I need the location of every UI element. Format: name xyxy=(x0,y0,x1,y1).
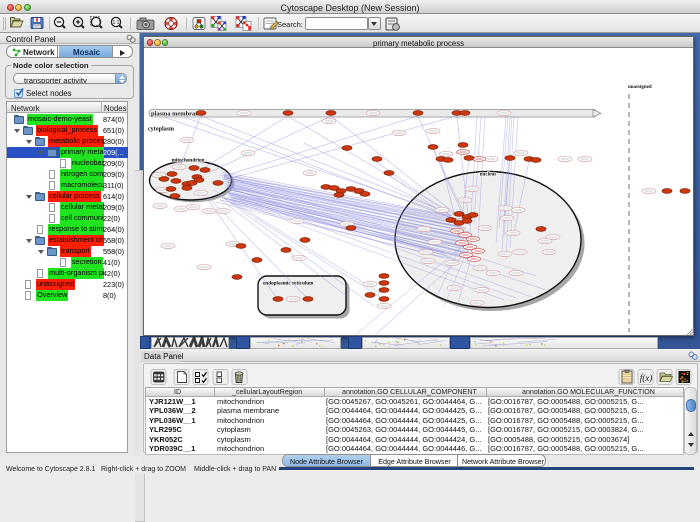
svg-text:f(x): f(x) xyxy=(640,373,653,383)
svg-text:cytoplasm: cytoplasm xyxy=(148,127,174,133)
svg-text:unassigned: unassigned xyxy=(628,85,652,90)
svg-text:plasma membrane: plasma membrane xyxy=(151,111,202,118)
svg-text:endoplasmic reticulum: endoplasmic reticulum xyxy=(263,281,314,287)
svg-text:mitochondrion: mitochondrion xyxy=(172,158,205,164)
svg-text:1:1: 1:1 xyxy=(113,20,120,26)
